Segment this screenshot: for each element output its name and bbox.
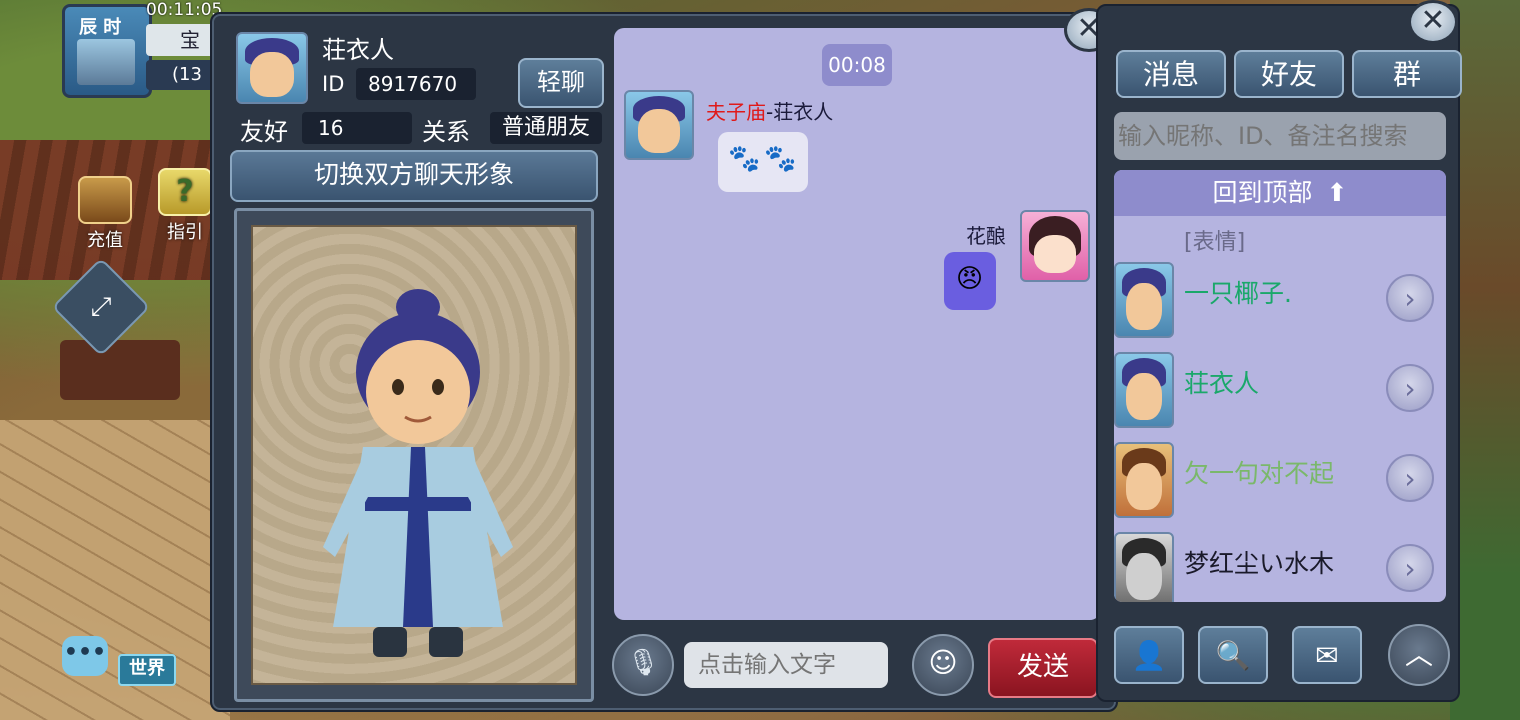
friend-avatar[interactable] [236, 32, 308, 104]
close-friends-panel-button[interactable]: ✕ [1408, 0, 1458, 44]
friend-name: 一只椰子. [1184, 279, 1292, 308]
chevron-right-icon[interactable]: › [1386, 544, 1434, 592]
treasure-chest-icon [78, 176, 132, 224]
friend-info-pane: 荘衣人 ID 8917670 轻聊 友好 16 关系 普通朋友 切换双方聊天形象 [212, 14, 612, 710]
send-button[interactable]: 发送 [988, 638, 1098, 698]
chat-bubble-icon[interactable]: ••• [62, 636, 108, 676]
sticker-icon: 🐾 [764, 144, 797, 174]
up-arrow-icon: ⬆ [1326, 178, 1348, 207]
list-item[interactable]: 梦红尘い水木 › [1114, 526, 1446, 602]
friends-panel: 消息 好友 群 回到顶部 ⬆ [表情] 一只椰子. › 荘衣人 › 欠一句对不起 … [1096, 4, 1462, 702]
recharge-label: 充值 [87, 230, 123, 251]
friend-name: 梦红尘い水木 [1184, 549, 1335, 578]
angry-face-icon: 😠 [956, 264, 984, 294]
friend-avatar [1114, 352, 1174, 428]
world-channel-tag[interactable]: 世界 [118, 654, 176, 686]
search-icon: 🔍 [1215, 639, 1251, 672]
favor-value: 16 [302, 112, 412, 144]
list-item[interactable]: 荘衣人 › [1114, 346, 1446, 434]
hud-coordinate-box: (13 [146, 60, 218, 90]
guide-button[interactable]: ? 指引 [154, 168, 216, 244]
my-name: 花酿 [966, 224, 1006, 248]
id-value: 8917670 [356, 68, 476, 100]
character-portrait-frame [234, 208, 594, 702]
mail-button[interactable]: ✉ [1292, 626, 1362, 684]
relation-label: 关系 [422, 118, 470, 146]
friend-search-input[interactable] [1114, 112, 1446, 160]
sender-name: 夫子庙-荘衣人 [706, 96, 833, 125]
back-to-top-label: 回到顶部 [1212, 178, 1313, 207]
friend-name: 荘衣人 [1184, 369, 1260, 398]
list-item[interactable]: 一只椰子. › [1114, 256, 1446, 344]
chevron-right-icon[interactable]: › [1386, 364, 1434, 412]
search-button[interactable]: 🔍 [1198, 626, 1268, 684]
scene-floor [0, 420, 230, 720]
light-chat-button[interactable]: 轻聊 [518, 58, 604, 108]
sticker-icon: 🐾 [728, 144, 761, 174]
panel-tabs: 消息 好友 群 [1116, 50, 1462, 100]
question-scroll-icon: ? [158, 168, 212, 216]
smiley-icon: ☺ [928, 646, 958, 679]
expand-arrows-icon: ⤢ [90, 291, 112, 322]
sender-guild: 夫子庙 [706, 100, 766, 124]
my-avatar[interactable] [1020, 210, 1090, 282]
friend-avatar [1114, 532, 1174, 602]
private-chat-window: 荘衣人 ID 8917670 轻聊 友好 16 关系 普通朋友 切换双方聊天形象 [210, 12, 1118, 712]
scene-right-strip [1450, 0, 1520, 720]
person-icon: 👤 [1131, 639, 1167, 672]
friend-list[interactable]: 回到顶部 ⬆ [表情] 一只椰子. › 荘衣人 › 欠一句对不起 › 梦红尘い水木… [1114, 170, 1446, 602]
time-of-day-widget[interactable]: 辰 时 [62, 4, 152, 98]
mailbox-icon: ✉ [1315, 639, 1339, 672]
character-portrait [251, 225, 577, 685]
tab-messages[interactable]: 消息 [1116, 50, 1226, 98]
chevron-right-icon[interactable]: › [1386, 274, 1434, 322]
relation-value: 普通朋友 [490, 112, 602, 144]
sender-nickname: 荘衣人 [773, 100, 834, 124]
message-timestamp: 00:08 [822, 44, 892, 86]
chevron-up-icon: ︿ [1404, 638, 1433, 671]
add-friend-button[interactable]: 👤 [1114, 626, 1184, 684]
hud-location-box: 宝 [146, 24, 218, 56]
time-period-label: 辰 时 [79, 17, 122, 38]
list-item[interactable]: 欠一句对不起 › [1114, 436, 1446, 524]
message-input[interactable] [684, 642, 888, 688]
recharge-button[interactable]: 充值 [74, 176, 136, 252]
sender-avatar[interactable] [624, 90, 694, 160]
chat-message-area[interactable]: 00:08 夫子庙-荘衣人 🐾 🐾 花酿 😠 [614, 28, 1100, 620]
last-message-preview: [表情] [1184, 230, 1246, 255]
friend-avatar [1114, 262, 1174, 338]
back-to-top-button[interactable]: 回到顶部 ⬆ [1114, 170, 1446, 216]
chevron-right-icon[interactable]: › [1386, 454, 1434, 502]
message-bubble: 😠 [944, 252, 996, 310]
collapse-panel-button[interactable]: ︿ [1388, 624, 1450, 686]
friend-name: 荘衣人 [322, 36, 394, 64]
friend-avatar [1114, 442, 1174, 518]
character-figure-icon [323, 289, 513, 657]
friend-name: 欠一句对不起 [1184, 459, 1335, 488]
switch-chat-appearance-button[interactable]: 切换双方聊天形象 [230, 150, 598, 202]
tab-groups[interactable]: 群 [1352, 50, 1462, 98]
microphone-icon: 🎙 [626, 648, 660, 678]
favor-label: 友好 [240, 118, 288, 146]
tab-friends[interactable]: 好友 [1234, 50, 1344, 98]
id-label: ID [322, 72, 345, 96]
emoji-button[interactable]: ☺ [912, 634, 974, 696]
message-bubble: 🐾 🐾 [718, 132, 808, 192]
voice-button[interactable]: 🎙 [612, 634, 674, 696]
guide-label: 指引 [167, 222, 203, 243]
minimap-icon [77, 39, 135, 85]
scene-table [60, 340, 180, 400]
